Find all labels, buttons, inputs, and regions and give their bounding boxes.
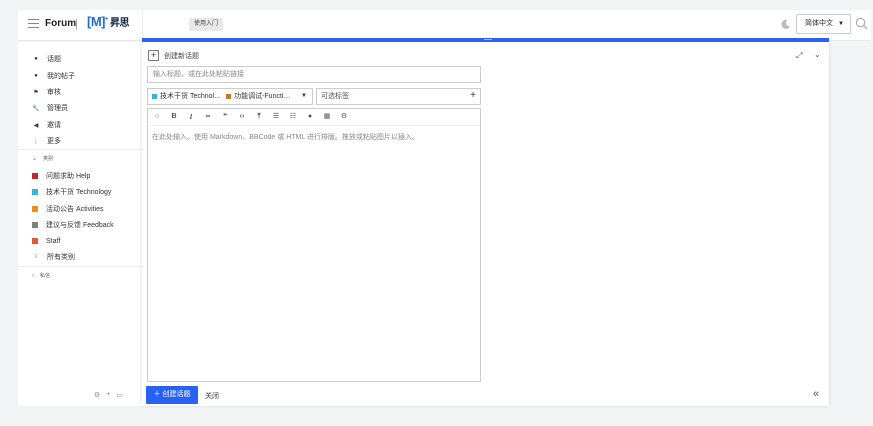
sidebar-item-more[interactable]: ⋮ 更多 bbox=[32, 135, 61, 147]
sidebar-item-invite[interactable]: ◀ 邀请 bbox=[32, 119, 61, 131]
double-chevron-left-icon[interactable]: « bbox=[813, 388, 819, 400]
close-composer-button[interactable]: 关闭 bbox=[205, 391, 219, 401]
subcategory-color-icon bbox=[226, 94, 232, 99]
category-color-icon bbox=[32, 222, 38, 228]
bullet-list-icon[interactable]: ☰ bbox=[272, 113, 280, 121]
sidebar-divider bbox=[18, 149, 142, 150]
chevron-down-icon: ▼ bbox=[838, 21, 844, 27]
settings-gear-icon[interactable]: ⚙ bbox=[340, 113, 348, 121]
sidebar-item-review[interactable]: ⚑ 审核 bbox=[32, 86, 61, 98]
hamburger-menu-icon[interactable] bbox=[28, 19, 39, 29]
composer-title: 创建新话题 bbox=[164, 53, 199, 60]
sidebar-item-admin[interactable]: 🔧 管理员 bbox=[32, 102, 68, 114]
category-color-icon bbox=[32, 173, 38, 179]
editor-placeholder: 在此处输入。使用 Markdown、BBCode 或 HTML 进行排版。拖放或… bbox=[152, 134, 419, 141]
link-icon[interactable]: ∞ bbox=[204, 113, 212, 121]
category-color-icon bbox=[32, 206, 38, 212]
emoji-icon[interactable]: ● bbox=[306, 113, 314, 121]
chevron-down-icon: ⌄ bbox=[32, 156, 38, 162]
composer-panel: + 创建新话题 ⤢ ⌄ 输入标题，或在此处粘贴链接 技术干货 Technol… … bbox=[142, 42, 829, 406]
categories-heading[interactable]: ⌄ 类别 bbox=[32, 155, 53, 162]
site-header: Forum [M]+ 昇思 使用入门 简体中文 ▼ bbox=[18, 10, 871, 41]
add-icon[interactable]: + bbox=[106, 391, 110, 399]
sidebar-category-help[interactable]: 问题求助 Help bbox=[32, 170, 90, 182]
category-selector[interactable]: 技术干货 Technol… 功能调试-Functi… ▼ bbox=[147, 88, 313, 105]
settings-gear-icon[interactable]: ⚙ bbox=[94, 391, 100, 399]
sidebar-category-feedback[interactable]: 建议与反馈 Feedback bbox=[32, 219, 114, 231]
lock-category-icon bbox=[32, 238, 38, 244]
sidebar-all-categories[interactable]: ≡ 所有类别 bbox=[32, 251, 75, 263]
fullscreen-expand-icon[interactable]: ⤢ bbox=[796, 51, 802, 61]
messages-heading[interactable]: › 私信 bbox=[32, 272, 50, 280]
code-icon[interactable]: ‹› bbox=[238, 113, 246, 121]
sidebar-category-technology[interactable]: 技术干货 Technology bbox=[32, 186, 111, 198]
add-tag-plus-icon[interactable]: + bbox=[470, 89, 476, 103]
search-icon[interactable] bbox=[855, 17, 868, 30]
more-vertical-icon: ⋮ bbox=[33, 138, 39, 145]
brand-divider bbox=[76, 19, 77, 30]
bold-icon[interactable]: B bbox=[170, 113, 178, 121]
tag-selector[interactable]: 可选标签 + bbox=[316, 88, 481, 105]
paper-plane-icon: ◀ bbox=[33, 122, 39, 129]
language-selector[interactable]: 简体中文 ▼ bbox=[796, 14, 851, 34]
sidebar-footer: ⚙ + ▭ bbox=[94, 391, 123, 399]
forum-brand[interactable]: Forum bbox=[45, 18, 76, 29]
user-icon: ● bbox=[34, 73, 38, 79]
category-color-icon bbox=[152, 94, 157, 99]
flag-icon: ⚑ bbox=[33, 89, 39, 96]
chevron-right-icon: › bbox=[32, 272, 34, 279]
upload-icon[interactable]: ⤒ bbox=[255, 113, 263, 121]
collapse-chevron-icon[interactable]: ⌄ bbox=[814, 50, 821, 59]
header-divider bbox=[142, 10, 143, 41]
topic-title-input[interactable]: 输入标题，或在此处粘贴链接 bbox=[147, 66, 481, 83]
chevron-down-icon: ▼ bbox=[301, 93, 307, 99]
sidebar: ● 话题 ● 我的帖子 ⚑ 审核 🔧 管理员 ◀ 邀请 ⋮ 更多 ⌄ 类别 问题求助 Help… bbox=[18, 42, 142, 406]
plus-icon: + bbox=[148, 50, 159, 61]
drag-grip-icon[interactable] bbox=[484, 39, 492, 40]
calendar-icon[interactable]: ▦ bbox=[323, 113, 331, 121]
sidebar-item-topics[interactable]: ● 话题 bbox=[32, 53, 61, 65]
keyboard-icon[interactable]: ▭ bbox=[116, 391, 123, 399]
list-icon: ≡ bbox=[34, 254, 38, 260]
editor-toolbar: ○ B I ∞ ❝ ‹› ⤒ ☰ ☷ ● ▦ ⚙ bbox=[148, 109, 480, 126]
sidebar-category-activities[interactable]: 活动公告 Activities bbox=[32, 203, 104, 215]
italic-icon[interactable]: I bbox=[187, 113, 195, 121]
topics-icon: ● bbox=[34, 56, 38, 62]
dark-mode-moon-icon[interactable] bbox=[780, 19, 791, 30]
quote-icon[interactable]: ❝ bbox=[221, 113, 229, 121]
mindspore-logo[interactable]: [M]+ 昇思 bbox=[87, 14, 130, 29]
emoji-chat-icon[interactable]: ○ bbox=[153, 113, 161, 121]
wrench-icon: 🔧 bbox=[32, 105, 40, 112]
category-color-icon bbox=[32, 189, 38, 195]
sidebar-divider bbox=[18, 266, 142, 267]
sidebar-item-my-posts[interactable]: ● 我的帖子 bbox=[32, 70, 75, 82]
getting-started-link[interactable]: 使用入门 bbox=[189, 18, 224, 31]
sidebar-category-staff[interactable]: Staff bbox=[32, 235, 60, 247]
numbered-list-icon[interactable]: ☷ bbox=[289, 113, 297, 121]
post-editor[interactable]: ○ B I ∞ ❝ ‹› ⤒ ☰ ☷ ● ▦ ⚙ 在此处输入。使用 Markdo… bbox=[147, 108, 481, 382]
create-topic-button[interactable]: ＋ 创建话题 bbox=[146, 386, 198, 404]
